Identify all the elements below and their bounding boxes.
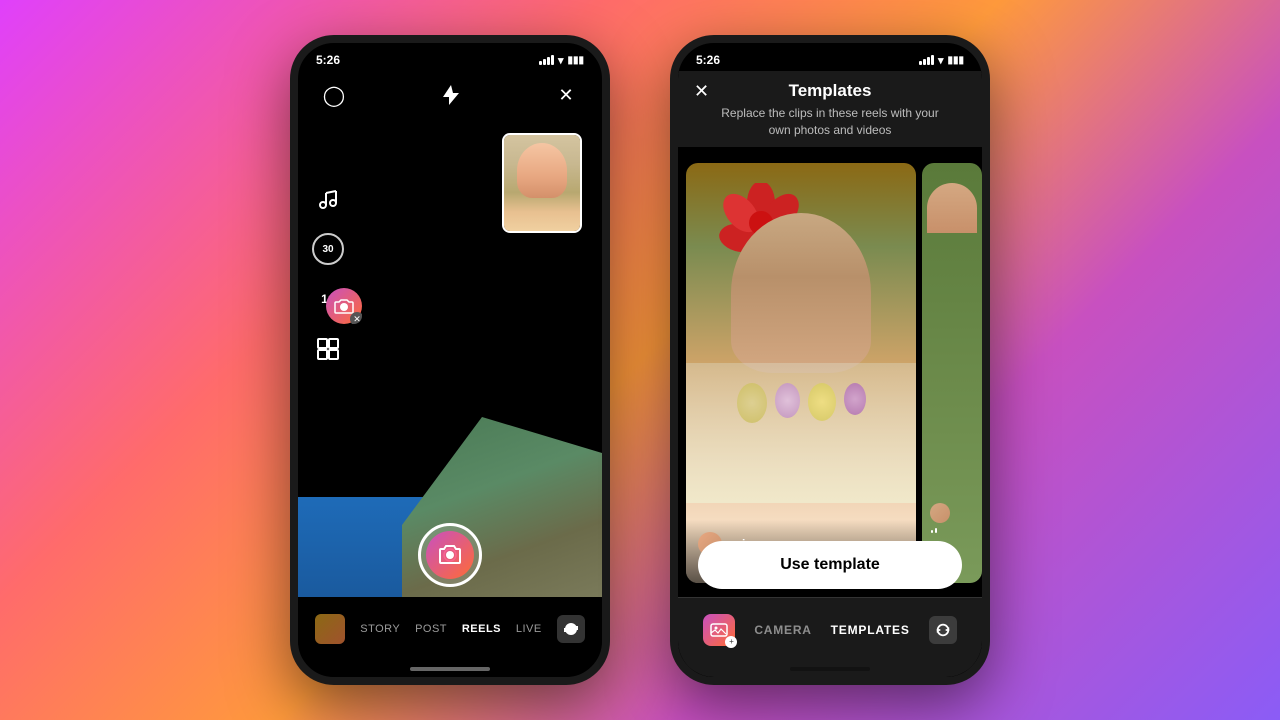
nav-avatar[interactable] [315,614,345,644]
nav-reels[interactable]: REELS [462,623,501,635]
nav-story[interactable]: STORY [360,623,400,635]
reels-scroll: princess_peace princess_peace · Original… [678,163,982,583]
home-indicator-1 [410,667,490,671]
nav2-plus-icon: + [725,636,737,648]
close-templates-button[interactable]: ✕ [694,81,709,102]
wifi-icon-2: ▾ [938,54,944,67]
time-1: 5:26 [316,53,340,67]
templates-title: Templates [718,81,942,101]
grid-icon [317,338,339,360]
phone-2: 5:26 ▾ ▮▮▮ ✕ Templates Replace the clips… [670,35,990,685]
preview-thumbnail [502,133,582,233]
battery-icon-2: ▮▮▮ [947,55,964,66]
shutter-icon [438,543,462,567]
close-camera-button[interactable]: ✕ [550,79,582,111]
nav2-flip-button[interactable] [929,616,957,644]
nav2-gallery-icon[interactable]: + [703,614,735,646]
close-icon: ✕ [558,85,573,106]
close-icon-2: ✕ [694,81,709,101]
flip-icon [562,620,580,638]
wifi-icon: ▾ [558,54,564,67]
battery-icon: ▮▮▮ [567,55,584,66]
reel-bg-side [922,163,982,583]
reel-card-main[interactable]: princess_peace princess_peace · Original… [686,163,916,583]
shutter-inner [426,531,474,579]
side-reel-info [922,495,982,543]
phone-2-screen: 5:26 ▾ ▮▮▮ ✕ Templates Replace the clips… [678,43,982,677]
flash-button[interactable] [434,79,466,111]
side-audio-icon [930,527,938,535]
timer-tool[interactable]: 30 [312,233,344,265]
shutter-button[interactable] [418,523,482,587]
status-icons-2: ▾ ▮▮▮ [919,54,964,67]
phone-1: 5:26 ▾ ▮▮▮ ◯ [290,35,610,685]
bottom-nav-2: + CAMERA TEMPLATES [678,597,982,677]
phone-1-screen: 5:26 ▾ ▮▮▮ ◯ [298,43,602,677]
flip-icon-2 [935,622,951,638]
templates-header: Templates Replace the clips in these ree… [678,71,982,147]
camera-toolbar: ◯ ✕ [298,71,602,119]
music-tool[interactable] [312,183,344,215]
shutter-wrapper [418,523,482,587]
timer-label: 30 [322,244,333,255]
use-template-button[interactable]: Use template [698,541,962,589]
status-icons-1: ▾ ▮▮▮ [539,54,584,67]
nav-post[interactable]: POST [415,623,447,635]
use-template-label: Use template [780,556,880,574]
time-2: 5:26 [696,53,720,67]
flash-icon [441,83,459,107]
nav-live[interactable]: LIVE [516,623,542,635]
signal-icon [539,55,554,65]
nav2-camera[interactable]: CAMERA [754,623,811,637]
notch-1 [400,43,500,67]
side-tools: 30 1× ✕ [312,183,348,419]
gallery-close-badge: ✕ [350,312,362,324]
gallery-icon [710,621,728,639]
bottom-nav-1: STORY POST REELS LIVE [298,597,602,677]
clothing [686,363,916,503]
notch-2 [780,43,880,67]
filter-button[interactable]: ◯ [318,79,350,111]
gallery-tool[interactable]: ✕ [326,288,362,324]
reel-card-side[interactable] [922,163,982,583]
effects-tool[interactable] [312,333,344,365]
filter-icon: ◯ [323,83,345,108]
flip-camera-button[interactable] [557,615,585,643]
camera-icon [334,296,354,316]
signal-icon-2 [919,55,934,65]
templates-subtitle: Replace the clips in these reels with yo… [718,105,942,139]
home-indicator-2 [790,667,870,671]
music-icon [318,189,338,209]
nav2-templates[interactable]: TEMPLATES [831,623,910,637]
